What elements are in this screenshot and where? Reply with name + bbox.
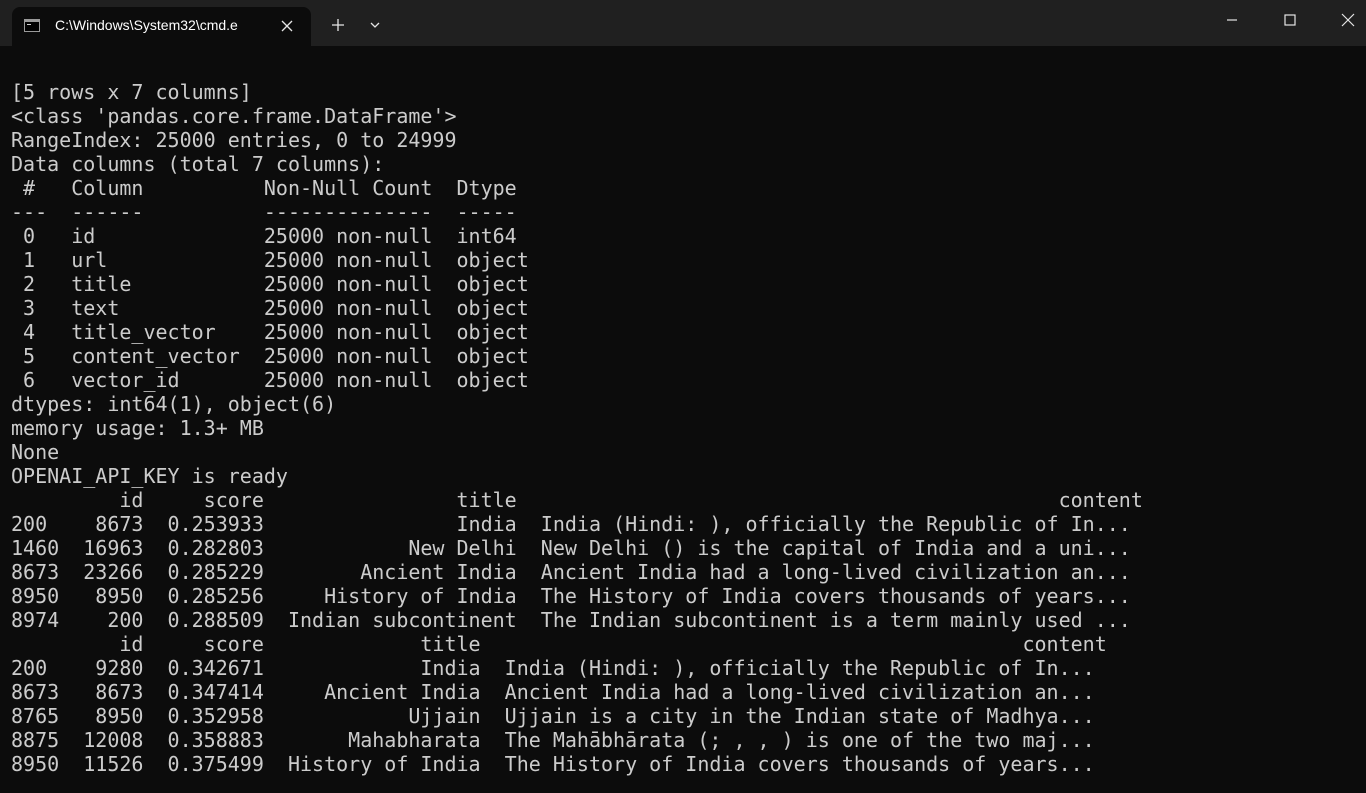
console-line: --- ------ -------------- ----- [11,200,517,224]
console-line: 5 content_vector 25000 non-null object [11,344,529,368]
console-line: 3 text 25000 non-null object [11,296,529,320]
console-line: None [11,440,60,464]
console-line: dtypes: int64(1), object(6) [11,392,337,416]
maximize-button[interactable] [1261,0,1319,40]
title-bar: C:\Windows\System32\cmd.e [0,0,1366,46]
console-line: 0 id 25000 non-null int64 [11,224,517,248]
console-line: RangeIndex: 25000 entries, 0 to 24999 [11,128,457,152]
console-line: OPENAI_API_KEY is ready [11,464,288,488]
console-line: 200 9280 0.342671 India India (Hindi: ),… [11,656,1095,680]
minimize-icon [1227,19,1237,21]
console-line: 6 vector_id 25000 non-null object [11,368,529,392]
console-line: 8673 23266 0.285229 Ancient India Ancien… [11,560,1131,584]
console-line: 8974 200 0.288509 Indian subcontinent Th… [11,608,1131,632]
console-line: 8950 11526 0.375499 History of India The… [11,752,1095,776]
console-line: [5 rows x 7 columns] [11,80,252,104]
chevron-down-icon [370,22,380,28]
console-line: 8765 8950 0.352958 Ujjain Ujjain is a ci… [11,704,1095,728]
console-line: memory usage: 1.3+ MB [11,416,264,440]
maximize-icon [1284,14,1296,26]
console-line: 1 url 25000 non-null object [11,248,529,272]
console-line: <class 'pandas.core.frame.DataFrame'> [11,104,457,128]
console-text: [5 rows x 7 columns] <class 'pandas.core.… [11,80,1143,776]
terminal-icon [24,19,40,32]
console-line: id score title content [11,488,1143,512]
console-line: id score title content [11,632,1107,656]
console-line: 8673 8673 0.347414 Ancient India Ancient… [11,680,1095,704]
tab-title: C:\Windows\System32\cmd.e [55,17,238,33]
minimize-button[interactable] [1203,0,1261,40]
console-line: 4 title_vector 25000 non-null object [11,320,529,344]
console-line: 8950 8950 0.285256 History of India The … [11,584,1131,608]
close-icon [281,20,293,32]
plus-icon [332,19,344,31]
console-line: 200 8673 0.253933 India India (Hindi: ),… [11,512,1131,536]
close-tab-button[interactable] [277,16,297,36]
console-line: 2 title 25000 non-null object [11,272,529,296]
close-icon [1341,13,1355,27]
console-line: 1460 16963 0.282803 New Delhi New Delhi … [11,536,1131,560]
console-output[interactable]: [5 rows x 7 columns] <class 'pandas.core.… [0,46,1366,793]
console-line: 8875 12008 0.358883 Mahabharata The Mahā… [11,728,1095,752]
new-tab-button[interactable] [323,10,353,40]
console-line: Data columns (total 7 columns): [11,152,385,176]
tab-dropdown-button[interactable] [360,10,390,40]
close-window-button[interactable] [1319,0,1366,40]
tab-cmd[interactable]: C:\Windows\System32\cmd.e [12,7,311,46]
terminal-window: C:\Windows\System32\cmd.e [5 rows x 7 co… [0,0,1366,793]
console-line: # Column Non-Null Count Dtype [11,176,517,200]
